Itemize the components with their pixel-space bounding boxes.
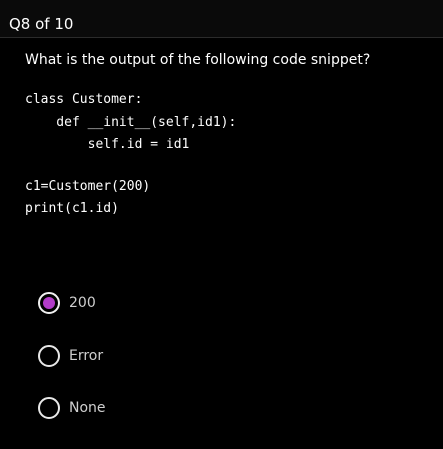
code-line: print(c1.id) <box>25 201 119 216</box>
code-snippet: class Customer: def __init__(self,id1): … <box>25 89 236 221</box>
question-prompt: What is the output of the following code… <box>25 52 371 68</box>
quiz-header: Q8 of 10 <box>0 0 443 38</box>
code-line: class Customer: <box>25 92 143 107</box>
option-label: Error <box>69 347 104 364</box>
radio-button-icon[interactable] <box>38 292 60 314</box>
code-line: def __init__(self,id1): <box>25 114 237 130</box>
radio-button-icon[interactable] <box>38 344 60 367</box>
code-line: self.id = id1 <box>25 137 190 152</box>
question-counter: Q8 of 10 <box>9 15 74 33</box>
code-line: c1=Customer(200) <box>25 178 151 194</box>
radio-button-icon[interactable] <box>38 397 60 419</box>
option-label: 200 <box>69 295 96 311</box>
option-label: None <box>69 400 106 416</box>
